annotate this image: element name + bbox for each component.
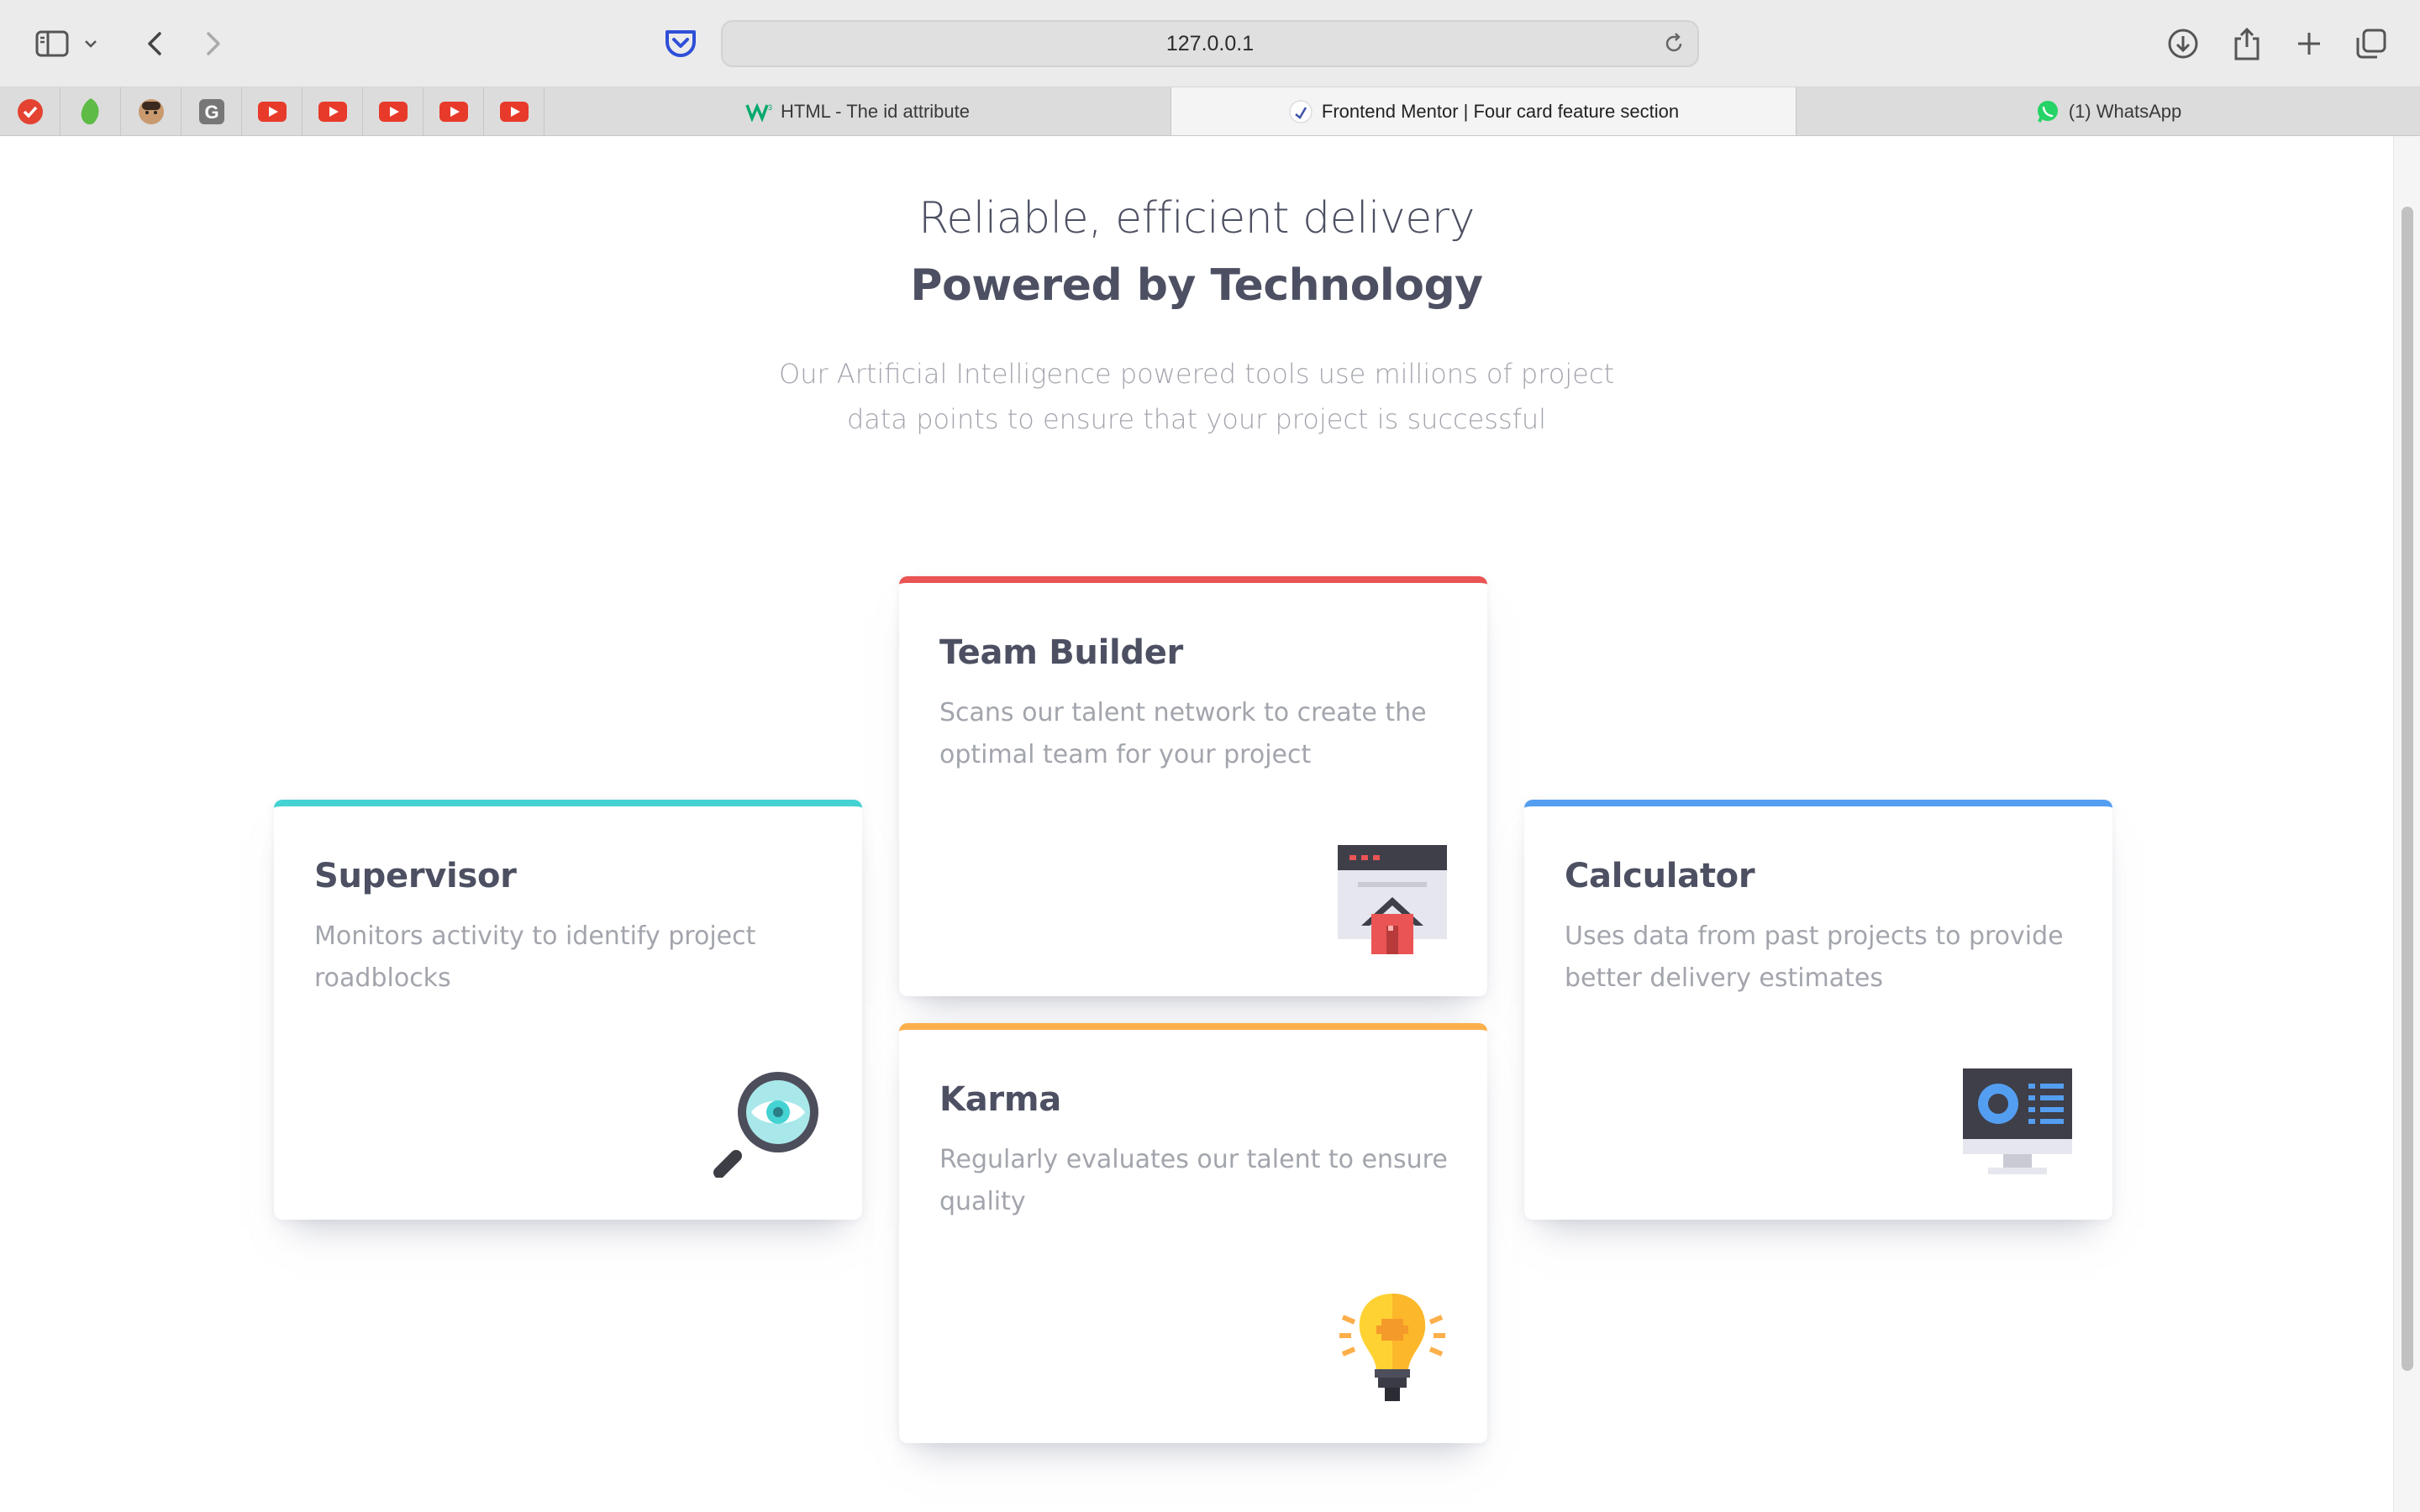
tab-html-id-attribute[interactable]: 3 HTML - The id attribute [544,87,1171,135]
card-description-line-2: better delivery estimates [1565,963,1883,993]
tab-label: (1) WhatsApp [2068,100,2182,122]
magnifier-eye-icon [713,1068,822,1179]
card-description-line-2: optimal team for your project [939,740,1312,769]
share-icon[interactable] [2227,24,2267,64]
card-title: Karma [939,1080,1061,1119]
card-description-line-2: quality [939,1187,1026,1216]
evernote-icon[interactable] [60,87,121,135]
tab-frontend-mentor[interactable]: Frontend Mentor | Four card feature sect… [1171,87,1797,135]
reload-icon[interactable] [1662,32,1686,60]
youtube-icon[interactable] [424,87,484,135]
youtube-icon[interactable] [363,87,424,135]
card-description: Regularly evaluates our talent to ensure… [939,1139,1452,1223]
download-icon[interactable] [2163,24,2203,64]
intro-line-1: Our Artificial Intelligence powered tool… [779,358,1614,390]
youtube-icon[interactable] [484,87,544,135]
card-description: Uses data from past projects to provide … [1565,916,2077,1000]
tab-label: HTML - The id attribute [781,100,970,122]
calculator-monitor-icon [1963,1068,2072,1178]
w3schools-icon: 3 [745,102,772,122]
tab-label: Frontend Mentor | Four card feature sect… [1321,100,1680,122]
back-arrow-icon[interactable] [134,24,175,64]
chevron-down-icon[interactable] [79,24,103,64]
page-title: Powered by Technology [910,260,1483,311]
card-description-line-2: roadblocks [314,963,451,993]
todoist-icon[interactable] [0,87,60,135]
card-description-line-1: Regularly evaluates our talent to ensure [939,1145,1448,1174]
card-title: Supervisor [314,857,517,895]
tab-overview-icon[interactable] [2351,24,2391,64]
card-title: Team Builder [939,633,1183,672]
card-karma: Karma Regularly evaluates our talent to … [899,1023,1487,1443]
youtube-icon[interactable] [242,87,302,135]
avatar-icon[interactable] [121,87,182,135]
page-intro: Our Artificial Intelligence powered tool… [776,351,1617,442]
card-description-line-1: Uses data from past projects to provide [1565,921,2064,951]
scrollbar-thumb[interactable] [2402,207,2413,1371]
card-calculator: Calculator Uses data from past projects … [1524,800,2112,1220]
tab-bar: G 3 HTML - The id attribute Frontend Men… [0,87,2420,136]
browser-toolbar: 127.0.0.1 [0,0,2420,87]
card-description: Monitors activity to identify project ro… [314,916,827,1000]
team-builder-icon [1338,845,1447,954]
g-icon[interactable]: G [182,87,242,135]
card-team-builder: Team Builder Scans our talent network to… [899,576,1487,996]
youtube-icon[interactable] [302,87,363,135]
card-description-line-1: Monitors activity to identify project [314,921,756,951]
card-description: Scans our talent network to create the o… [939,692,1452,776]
url-text: 127.0.0.1 [1165,32,1255,55]
page-tagline: Reliable, efficient delivery [918,193,1475,244]
card-title: Calculator [1565,857,1755,895]
intro-line-2: data points to ensure that your project … [846,403,1547,435]
address-bar[interactable]: 127.0.0.1 [721,20,1699,67]
card-description-line-1: Scans our talent network to create the [939,698,1427,727]
svg-text:G: G [204,102,218,123]
frontend-mentor-icon [1289,99,1313,123]
pocket-icon[interactable] [660,24,701,64]
whatsapp-icon [2037,100,2058,123]
card-supervisor: Supervisor Monitors activity to identify… [274,800,862,1220]
tab-whatsapp[interactable]: (1) WhatsApp [1797,87,2420,135]
forward-arrow-icon[interactable] [193,24,234,64]
sidebar-toggle-icon[interactable] [32,24,72,64]
lightbulb-icon [1338,1292,1447,1401]
new-tab-icon[interactable] [2289,24,2329,64]
svg-text:3: 3 [768,103,772,112]
